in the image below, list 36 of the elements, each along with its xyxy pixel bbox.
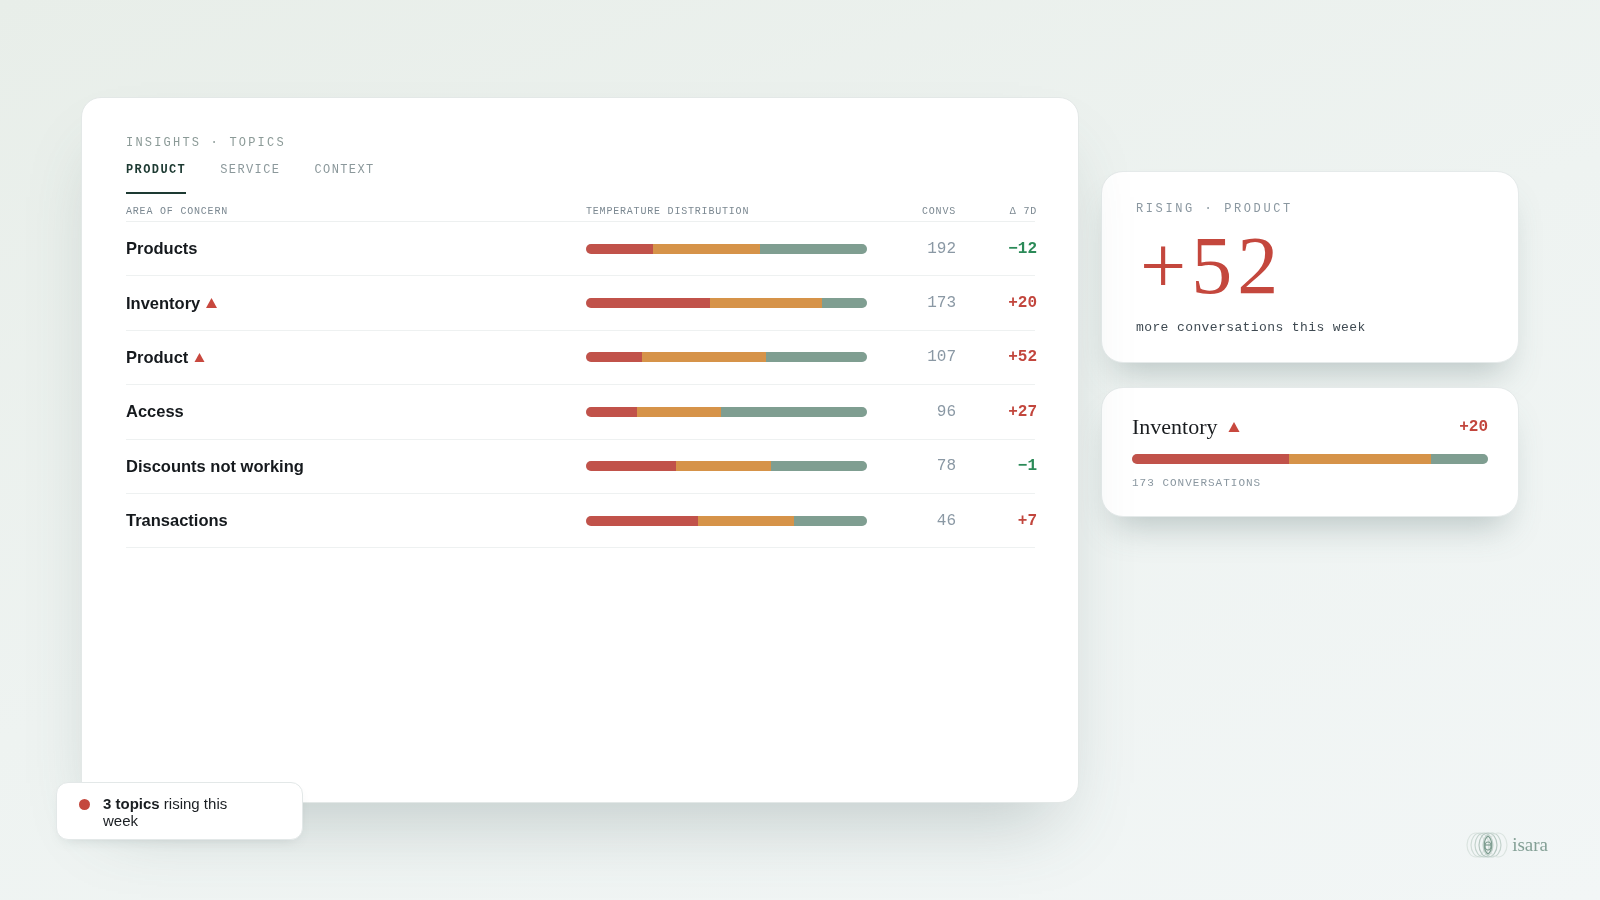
conversation-count: 96 bbox=[936, 402, 956, 421]
logo-icon bbox=[1466, 832, 1509, 858]
rising-value: +52 bbox=[1140, 225, 1284, 307]
delta-value: +27 bbox=[1008, 402, 1037, 421]
delta-value: +52 bbox=[1008, 348, 1037, 367]
delta-value: +20 bbox=[1008, 294, 1037, 313]
topic-name: Transactions bbox=[126, 511, 228, 531]
topic-name: Inventory bbox=[1132, 414, 1218, 440]
delta-value: +20 bbox=[1459, 418, 1488, 436]
tab[interactable]: PRODUCT bbox=[126, 163, 187, 194]
delta-value: −1 bbox=[1017, 457, 1037, 476]
card-caption: more conversations this week bbox=[1136, 320, 1366, 336]
card-label: RISING · PRODUCT bbox=[1136, 202, 1293, 216]
notice-text: 3 topics rising this week bbox=[103, 795, 229, 829]
conversation-count: 46 bbox=[936, 511, 956, 530]
tab[interactable]: CONTEXT bbox=[314, 163, 375, 194]
topic-name: Discounts not working bbox=[126, 456, 304, 476]
brand-name: isara bbox=[1512, 834, 1548, 856]
status-dot-icon bbox=[79, 799, 90, 810]
column-header: Δ 7D bbox=[1009, 206, 1037, 218]
delta-value: +7 bbox=[1017, 511, 1037, 530]
topic-name: Product bbox=[126, 347, 189, 367]
tab[interactable]: SERVICE bbox=[220, 163, 281, 194]
topic-name: Access bbox=[126, 402, 184, 422]
topic-name: Products bbox=[126, 239, 198, 259]
conversation-count: 192 bbox=[927, 239, 956, 258]
card-caption: 173 CONVERSATIONS bbox=[1132, 476, 1262, 491]
topic-name: Inventory bbox=[126, 293, 201, 313]
conversation-count: 107 bbox=[927, 348, 956, 367]
column-header: AREA OF CONCERN bbox=[126, 206, 228, 218]
column-header: TEMPERATURE DISTRIBUTION bbox=[586, 206, 750, 218]
conversation-count: 173 bbox=[927, 294, 956, 313]
delta-value: −12 bbox=[1008, 239, 1037, 258]
conversation-count: 78 bbox=[936, 457, 956, 476]
section-title: INSIGHTS · TOPICS bbox=[126, 136, 286, 150]
column-header: CONVS bbox=[922, 206, 956, 218]
